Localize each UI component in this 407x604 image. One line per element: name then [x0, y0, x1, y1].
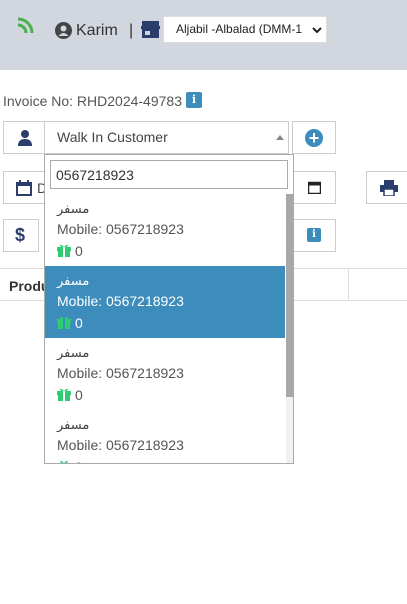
customer-mobile: Mobile: 0567218923 [57, 437, 184, 453]
scrollbar-thumb[interactable] [286, 194, 293, 397]
customer-option[interactable]: مسفر Mobile: 0567218923 0 [45, 194, 285, 266]
user-icon [55, 22, 72, 39]
username: Karim [76, 22, 118, 39]
dollar-icon: $ [15, 225, 26, 245]
info-icon: i [307, 228, 321, 242]
calendar-icon [308, 181, 321, 194]
caret-up-icon[interactable] [276, 135, 284, 140]
gift-icon [57, 316, 71, 329]
customer-results: مسفر Mobile: 0567218923 0 مسفر Mobile: 0… [45, 194, 285, 463]
customer-option[interactable]: مسفر Mobile: 0567218923 0 [45, 410, 285, 463]
customer-mobile: Mobile: 0567218923 [57, 293, 184, 309]
info-button[interactable]: i [292, 219, 336, 252]
gift-icon [60, 460, 68, 463]
branch-select-value: Aljabil -Albalad (DMM-1 [176, 22, 303, 36]
add-customer-button[interactable]: + [292, 121, 336, 154]
signal-icon [17, 17, 34, 34]
customer-mobile: Mobile: 0567218923 [57, 221, 184, 237]
customer-option-selected[interactable]: مسفر Mobile: 0567218923 0 [45, 266, 285, 338]
gift-icon [57, 388, 71, 401]
customer-name: مسفر [57, 418, 90, 433]
store-icon [141, 21, 160, 38]
customer-addon [3, 121, 45, 154]
customer-points: 0 [75, 459, 83, 463]
customer-option[interactable]: مسفر Mobile: 0567218923 0 [45, 338, 285, 410]
customer-name: مسفر [57, 346, 90, 361]
customer-name: مسفر [57, 202, 90, 217]
customer-points: 0 [75, 315, 83, 331]
customer-mobile: Mobile: 0567218923 [57, 365, 184, 381]
gift-icon [57, 244, 71, 257]
info-icon[interactable]: i [186, 92, 202, 108]
separator: | [129, 22, 134, 39]
customer-select[interactable]: Walk In Customer [44, 121, 289, 154]
date-picker-button[interactable] [292, 171, 336, 204]
customer-search-input[interactable] [50, 160, 288, 189]
invoice-number: Invoice No: RHD2024-49783 [3, 93, 182, 109]
customer-selected: Walk In Customer [57, 129, 168, 145]
column-divider [348, 269, 349, 300]
customer-user-icon [18, 130, 32, 146]
branch-select[interactable]: Aljabil -Albalad (DMM-1 [163, 16, 327, 43]
customer-points: 0 [75, 387, 83, 403]
customer-dropdown: مسفر Mobile: 0567218923 0 مسفر Mobile: 0… [44, 154, 294, 464]
print-button[interactable] [366, 171, 407, 204]
currency-addon: $ [3, 219, 39, 252]
top-bar: Karim | Aljabil -Albalad (DMM-1 [0, 0, 407, 70]
chevron-down-icon [311, 24, 323, 36]
calendar-icon [16, 180, 32, 196]
customer-points: 0 [75, 243, 83, 259]
customer-name: مسفر [57, 274, 90, 289]
plus-icon: + [305, 129, 323, 147]
print-icon [380, 180, 398, 196]
